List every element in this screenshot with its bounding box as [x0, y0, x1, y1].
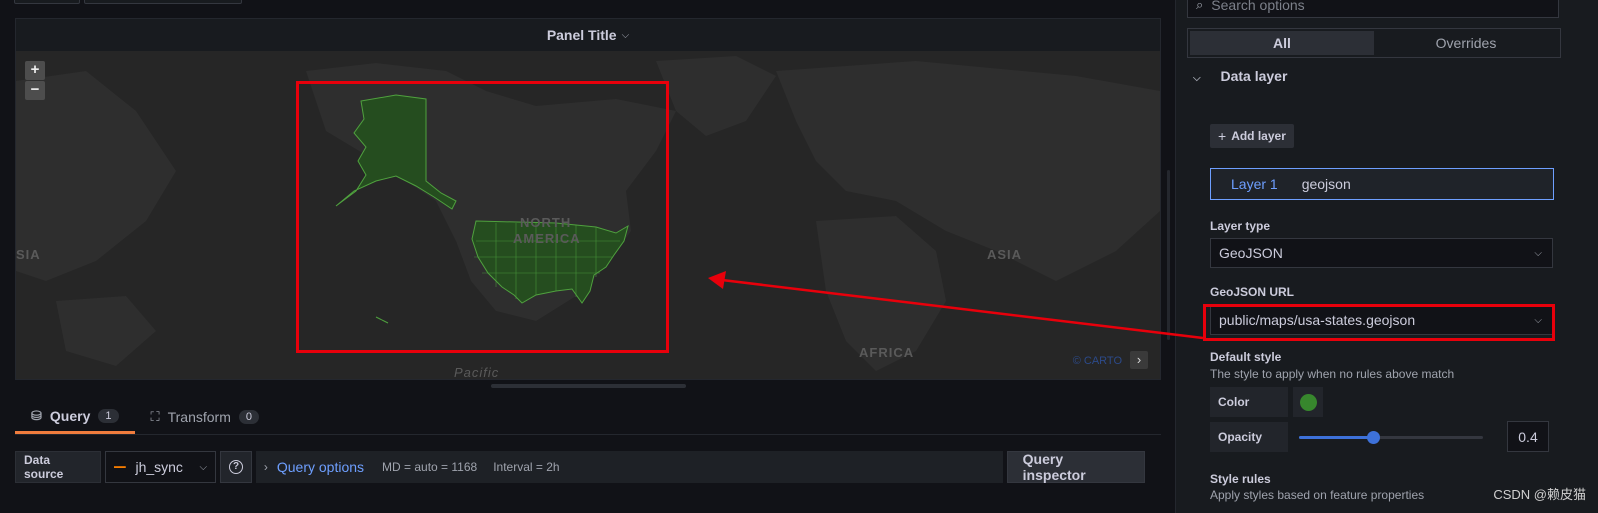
options-segmented-control: All Overrides — [1187, 28, 1561, 58]
database-icon: ⛁ — [31, 407, 42, 423]
opacity-slider[interactable] — [1299, 431, 1483, 444]
add-layer-button[interactable]: + Add layer — [1210, 124, 1294, 148]
tab-transform-count: 0 — [238, 410, 260, 424]
opacity-slider-handle[interactable] — [1366, 431, 1380, 444]
zoom-in-button[interactable]: + — [25, 61, 45, 80]
toolbar-button-clipped[interactable] — [14, 0, 80, 4]
tab-transform-label: Transform — [167, 409, 231, 425]
add-layer-label: Add layer — [1231, 129, 1286, 143]
chevron-right-icon: › — [263, 460, 268, 474]
layer-type-tag: geojson — [1301, 176, 1351, 192]
datasource-picker[interactable]: ▬▬ jh_sync ⌵ — [105, 451, 217, 483]
tab-query-count: 1 — [98, 408, 119, 423]
annotation-box-map — [296, 81, 669, 353]
query-options-link[interactable]: Query options — [277, 459, 364, 475]
geomap-editor: Panel Title ⌵ NORTH AMERICA SIA ASIA AFR… — [0, 0, 1598, 513]
opacity-input[interactable]: 0.4 — [1507, 421, 1549, 452]
layer-name: Layer 1 — [1231, 176, 1278, 192]
zoom-out-button[interactable]: − — [25, 81, 45, 100]
panel-header[interactable]: Panel Title ⌵ — [16, 19, 1160, 51]
datasource-label: Data source — [15, 451, 102, 483]
chevron-down-icon: ⌵ — [199, 461, 208, 473]
chevron-down-icon: ⌵ — [1534, 247, 1542, 259]
query-options-interval: Interval = 2h — [493, 460, 560, 474]
layer-type-label: Layer type — [1210, 219, 1271, 233]
style-rules-label: Style rules — [1210, 472, 1271, 486]
map-label-asia-right: ASIA — [987, 247, 1023, 262]
landmass-australia — [56, 296, 156, 366]
color-label: Color — [1210, 387, 1288, 417]
tabs-divider — [15, 434, 1161, 435]
panel-resize-handle[interactable] — [491, 384, 686, 388]
datasource-name: jh_sync — [135, 459, 183, 475]
tab-query[interactable]: ⛁ Query 1 — [15, 400, 135, 434]
help-icon: ? — [229, 460, 243, 474]
landmass-greenland — [656, 56, 776, 136]
query-row: Data source ▬▬ jh_sync ⌵ ? › Query optio… — [15, 451, 1146, 483]
segment-overrides[interactable]: Overrides — [1374, 31, 1558, 55]
chevron-down-icon: ⌵ — [621, 29, 630, 41]
query-options-bar[interactable]: › Query options MD = auto = 1168 Interva… — [255, 451, 1003, 483]
transform-icon: ⛶ — [150, 409, 160, 424]
color-swatch — [1299, 393, 1317, 411]
plus-icon: + — [1218, 128, 1227, 144]
search-icon: ⌕ — [1196, 0, 1204, 12]
geojson-url-label: GeoJSON URL — [1210, 285, 1295, 299]
tab-transform[interactable]: ⛶ Transform 0 — [135, 400, 276, 434]
layer-type-value: GeoJSON — [1219, 245, 1283, 261]
data-layer-section-title: Data layer — [1220, 68, 1288, 84]
options-pane: ⌕ Search options All Overrides ⌵ Data la… — [1175, 0, 1598, 513]
tab-query-label: Query — [49, 407, 91, 424]
map-attribution[interactable]: © CARTO — [1073, 355, 1122, 367]
map-label-africa: AFRICA — [859, 345, 915, 360]
editor-scrollbar[interactable] — [1167, 170, 1170, 340]
datasource-help-button[interactable]: ? — [220, 451, 252, 483]
panel-title: Panel Title — [546, 27, 617, 43]
segment-all[interactable]: All — [1190, 31, 1374, 55]
color-picker[interactable] — [1293, 387, 1323, 417]
default-style-label: Default style — [1210, 350, 1282, 364]
search-options-placeholder: Search options — [1211, 0, 1305, 13]
query-inspector-button[interactable]: Query inspector — [1006, 451, 1146, 483]
watermark: CSDN @赖皮猫 — [1493, 487, 1586, 502]
datasource-logo-icon: ▬▬ — [114, 464, 126, 470]
map-label-asia-left: SIA — [16, 247, 41, 262]
style-rules-description: Apply styles based on feature properties — [1210, 488, 1425, 502]
search-options-field[interactable]: ⌕ Search options — [1187, 0, 1559, 18]
query-options-md: MD = auto = 1168 — [382, 460, 478, 474]
chevron-down-icon: ⌵ — [1193, 73, 1201, 84]
data-layer-section-header[interactable]: ⌵ Data layer — [1193, 68, 1287, 84]
layer-list-item[interactable]: Layer 1 geojson — [1210, 168, 1554, 200]
toolbar-select-clipped[interactable] — [84, 0, 242, 4]
layer-type-select[interactable]: GeoJSON ⌵ — [1210, 238, 1553, 268]
query-tabs: ⛁ Query 1 ⛶ Transform 0 — [15, 400, 275, 434]
map-label-pacific: Pacific — [454, 365, 500, 379]
attribution-toggle-button[interactable]: › — [1130, 351, 1148, 369]
opacity-slider-fill — [1299, 436, 1373, 439]
opacity-label: Opacity — [1210, 422, 1288, 452]
default-style-description: The style to apply when no rules above m… — [1210, 367, 1455, 381]
annotation-box-url — [1203, 304, 1555, 341]
